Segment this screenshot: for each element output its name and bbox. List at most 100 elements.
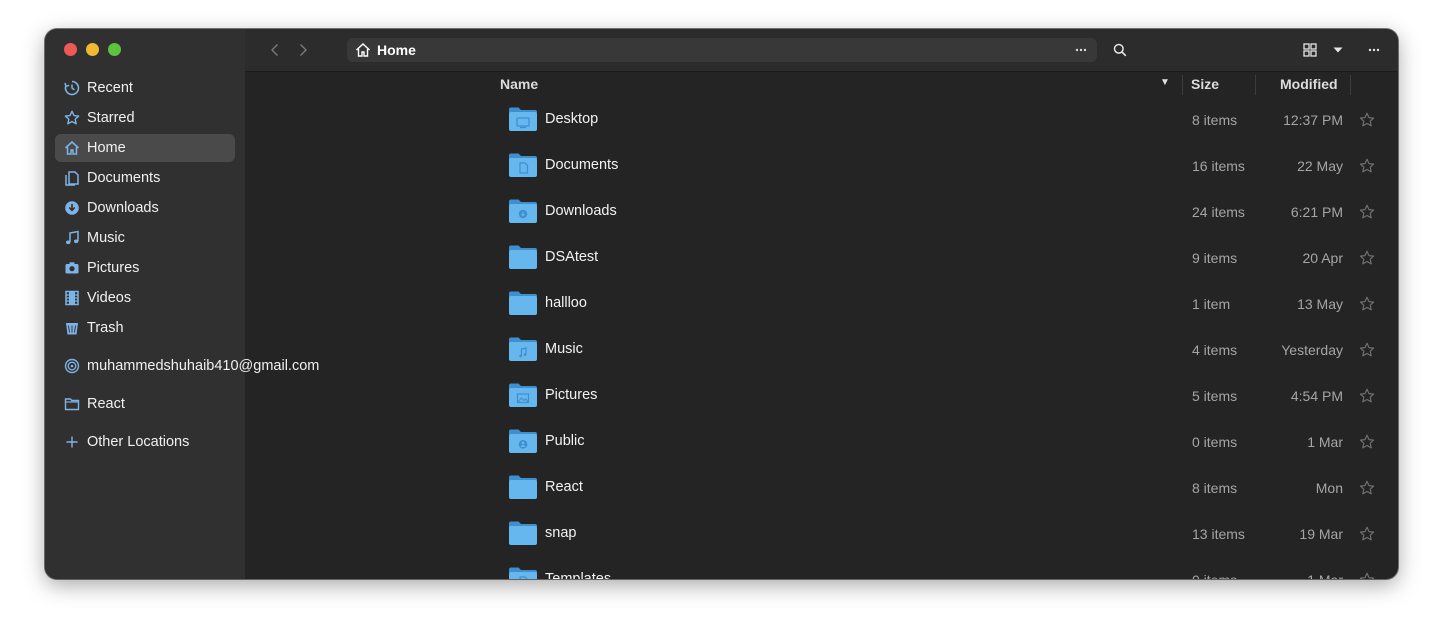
folder-icon xyxy=(508,474,538,500)
folder-icon xyxy=(508,520,538,546)
file-row[interactable]: hallloo 1 item 13 May xyxy=(245,282,1398,328)
file-size: 0 items xyxy=(1192,572,1237,579)
column-modified-header[interactable]: Modified xyxy=(1280,76,1338,92)
file-name[interactable]: Templates xyxy=(545,571,611,579)
star-toggle-button[interactable] xyxy=(1358,525,1376,543)
file-row[interactable]: Downloads 24 items 6:21 PM xyxy=(245,190,1398,236)
view-mode-button[interactable] xyxy=(1299,40,1321,60)
sidebar-item-trash[interactable]: Trash xyxy=(55,314,235,342)
star-toggle-button[interactable] xyxy=(1358,479,1376,497)
file-name[interactable]: React xyxy=(545,479,583,495)
file-name[interactable]: Desktop xyxy=(545,111,598,127)
file-name[interactable]: snap xyxy=(545,525,576,541)
sidebar-item-music[interactable]: Music xyxy=(55,224,235,252)
file-name[interactable]: Documents xyxy=(545,157,618,173)
folder-icon xyxy=(508,336,538,362)
file-name[interactable]: Pictures xyxy=(545,387,597,403)
star-toggle-button[interactable] xyxy=(1358,387,1376,405)
file-row[interactable]: Desktop 8 items 12:37 PM xyxy=(245,98,1398,144)
path-bar[interactable]: Home xyxy=(347,38,1097,62)
star-toggle-button[interactable] xyxy=(1358,571,1376,579)
home-icon xyxy=(64,140,80,156)
sidebar-item-label: Home xyxy=(87,140,126,156)
sidebar-item-account[interactable]: muhammedshuhaib410@gmail.com xyxy=(55,352,319,380)
sidebar-item-home[interactable]: Home xyxy=(55,134,235,162)
column-size-header[interactable]: Size xyxy=(1191,76,1219,92)
file-size: 8 items xyxy=(1192,480,1238,496)
sidebar-item-label: Starred xyxy=(87,110,135,126)
star-toggle-button[interactable] xyxy=(1358,433,1376,451)
file-name[interactable]: DSAtest xyxy=(545,249,598,265)
file-size: 24 items xyxy=(1192,204,1245,220)
file-list: Desktop 8 items 12:37 PM Documents 16 items 2… xyxy=(245,98,1398,579)
star-outline-icon xyxy=(1359,296,1375,311)
chevron-left-icon xyxy=(271,44,278,56)
minimize-window-button[interactable] xyxy=(86,43,99,56)
camera-icon xyxy=(64,260,80,276)
sort-descending-icon[interactable]: ▼ xyxy=(1160,77,1170,88)
folder-icon xyxy=(508,382,538,408)
file-modified: 13 May xyxy=(1297,296,1343,312)
sidebar-item-documents[interactable]: Documents xyxy=(55,164,235,192)
path-menu-button[interactable] xyxy=(1071,40,1091,60)
star-toggle-button[interactable] xyxy=(1358,341,1376,359)
close-window-button[interactable] xyxy=(64,43,77,56)
star-outline-icon xyxy=(1359,158,1375,173)
star-toggle-button[interactable] xyxy=(1358,203,1376,221)
file-row[interactable]: React 8 items Mon xyxy=(245,466,1398,512)
sidebar-places: Recent Starred Home Documents Downloads … xyxy=(55,74,319,458)
folder-icon xyxy=(508,290,538,316)
home-icon xyxy=(355,42,371,58)
back-button[interactable] xyxy=(265,40,285,60)
file-name[interactable]: Downloads xyxy=(545,203,617,219)
grid-view-icon xyxy=(1303,43,1317,57)
file-row[interactable]: Public 0 items 1 Mar xyxy=(245,420,1398,466)
file-name[interactable]: Music xyxy=(545,341,583,357)
file-modified: Yesterday xyxy=(1281,342,1343,358)
file-modified: 4:54 PM xyxy=(1290,388,1343,404)
file-size: 8 items xyxy=(1192,112,1238,128)
music-note-icon xyxy=(64,230,80,246)
sidebar-item-label: Recent xyxy=(87,80,133,96)
search-icon xyxy=(1113,43,1127,57)
file-name[interactable]: hallloo xyxy=(545,295,587,311)
file-row[interactable]: DSAtest 9 items 20 Apr xyxy=(245,236,1398,282)
sidebar-item-label: Music xyxy=(87,230,125,246)
forward-button[interactable] xyxy=(293,40,313,60)
column-name-header[interactable]: Name xyxy=(500,76,538,92)
folder-icon xyxy=(508,244,538,270)
star-toggle-button[interactable] xyxy=(1358,157,1376,175)
column-separator xyxy=(1350,75,1351,95)
path-current-location[interactable]: Home xyxy=(377,42,416,58)
star-toggle-button[interactable] xyxy=(1358,111,1376,129)
file-size: 13 items xyxy=(1192,526,1245,542)
download-icon xyxy=(64,200,80,216)
sidebar-item-other-locations[interactable]: Other Locations xyxy=(55,428,235,456)
folder-icon xyxy=(508,198,538,224)
view-options-dropdown[interactable] xyxy=(1327,40,1349,60)
main-menu-button[interactable] xyxy=(1363,40,1385,60)
sidebar-item-videos[interactable]: Videos xyxy=(55,284,235,312)
sidebar-item-recent[interactable]: Recent xyxy=(55,74,235,102)
file-row[interactable]: Documents 16 items 22 May xyxy=(245,144,1398,190)
maximize-window-button[interactable] xyxy=(108,43,121,56)
star-toggle-button[interactable] xyxy=(1358,295,1376,313)
search-button[interactable] xyxy=(1109,40,1131,60)
sidebar-item-pictures[interactable]: Pictures xyxy=(55,254,235,282)
file-row[interactable]: snap 13 items 19 Mar xyxy=(245,512,1398,558)
document-icon xyxy=(64,170,80,186)
file-size: 1 item xyxy=(1192,296,1231,312)
file-name[interactable]: Public xyxy=(545,433,585,449)
sidebar-item-starred[interactable]: Starred xyxy=(55,104,235,132)
file-row[interactable]: Pictures 5 items 4:54 PM xyxy=(245,374,1398,420)
file-row[interactable]: Templates 0 items 1 Mar xyxy=(245,558,1398,579)
sidebar-item-bookmark-react[interactable]: React xyxy=(55,390,235,418)
file-row[interactable]: Music 4 items Yesterday xyxy=(245,328,1398,374)
file-size: 9 items xyxy=(1192,250,1238,266)
file-modified: 1 Mar xyxy=(1307,434,1343,450)
star-toggle-button[interactable] xyxy=(1358,249,1376,267)
sidebar-item-downloads[interactable]: Downloads xyxy=(55,194,235,222)
file-size: 4 items xyxy=(1192,342,1238,358)
folder-icon xyxy=(508,106,538,132)
file-manager-window: Recent Starred Home Documents Downloads … xyxy=(45,29,1398,579)
